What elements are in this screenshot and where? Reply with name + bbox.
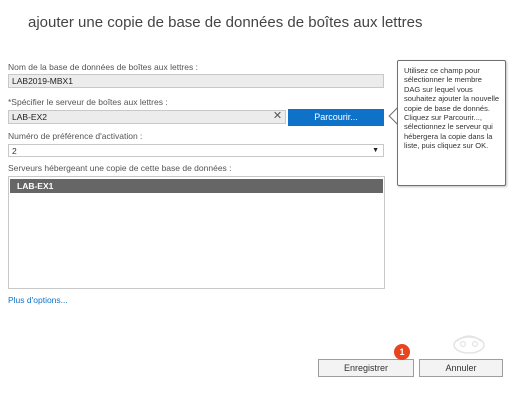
servers-list[interactable]: LAB-EX1	[8, 176, 385, 289]
cancel-button[interactable]: Annuler	[419, 359, 503, 377]
servers-label: Serveurs hébergeant une copie de cette b…	[8, 163, 232, 173]
dialog-title: ajouter une copie de base de données de …	[28, 14, 423, 31]
db-name-label: Nom de la base de données de boîtes aux …	[8, 62, 198, 72]
server-label: *Spécifier le serveur de boîtes aux lett…	[8, 97, 168, 107]
more-options-link[interactable]: Plus d'options...	[8, 295, 68, 305]
close-icon[interactable]: ✕	[271, 110, 284, 124]
db-name-field: LAB2019-MBX1	[8, 74, 384, 88]
save-button[interactable]: Enregistrer	[318, 359, 414, 377]
activation-select[interactable]: 2 ▼	[8, 144, 384, 157]
activation-value: 2	[12, 146, 17, 156]
watermark-logo	[453, 335, 485, 354]
server-field[interactable]: LAB-EX2	[8, 110, 286, 124]
list-item[interactable]: LAB-EX1	[10, 179, 383, 193]
chevron-down-icon[interactable]: ▼	[372, 145, 379, 156]
tooltip-text: Utilisez ce champ pour sélectionner le m…	[404, 66, 500, 151]
step-badge: 1	[394, 344, 410, 360]
browse-button[interactable]: Parcourir...	[288, 109, 384, 126]
help-tooltip: Utilisez ce champ pour sélectionner le m…	[397, 60, 506, 186]
activation-label: Numéro de préférence d'activation :	[8, 131, 143, 141]
